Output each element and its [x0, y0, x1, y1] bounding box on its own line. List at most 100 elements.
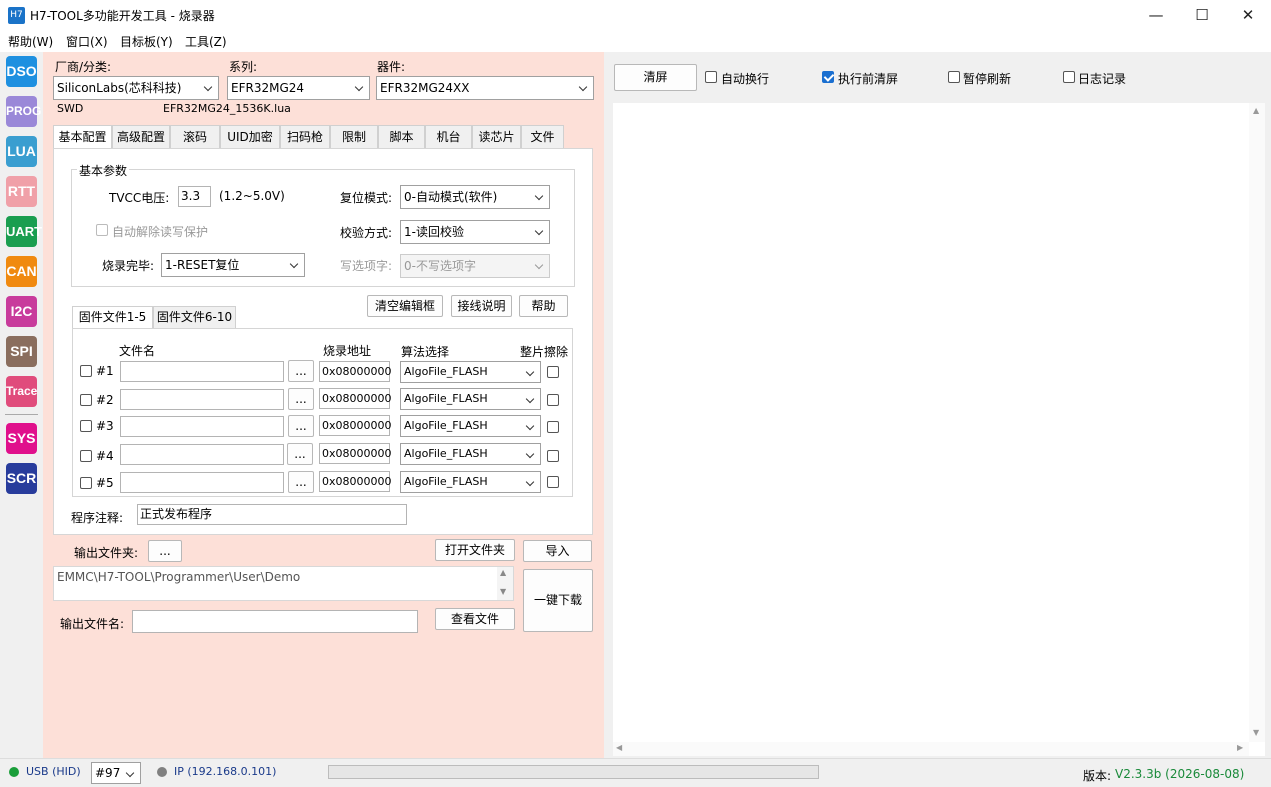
row4-browse-button[interactable]: ... [287, 443, 313, 465]
series-select[interactable]: EFR32MG24 [227, 76, 370, 100]
view-file-button[interactable]: 查看文件 [435, 608, 515, 630]
row2-address-input[interactable]: 0x08000000 [319, 388, 392, 409]
wiring-help-button[interactable]: 接线说明 [451, 295, 512, 317]
row4-filename-input[interactable] [120, 444, 284, 465]
done-action-select[interactable]: 1-RESET复位 [161, 253, 305, 277]
menu-bar: 帮助(W) 窗口(X) 目标板(Y) 工具(Z) [0, 31, 1271, 52]
row3-enable-checkbox[interactable] [80, 420, 92, 432]
comment-label: 程序注释: [71, 511, 124, 525]
row2-browse-button[interactable]: ... [288, 388, 314, 410]
log-record-checkbox[interactable] [1063, 71, 1075, 83]
clear-screen-button[interactable]: 清屏 [614, 64, 697, 91]
device-select[interactable]: EFR32MG24XX [376, 76, 594, 100]
vendor-select[interactable]: SiliconLabs(芯科科技) [53, 76, 219, 100]
col-filename: 文件名 [119, 344, 156, 358]
col-algorithm: 算法选择 [401, 345, 450, 359]
sidebar-item-scr[interactable]: SCR [6, 463, 37, 494]
sidebar-item-dso[interactable]: DSO [6, 56, 37, 87]
row4-algo-select[interactable]: AlgoFile_FLASH [400, 443, 541, 465]
sidebar-item-rtt[interactable]: RTT [6, 176, 37, 207]
row4-enable-checkbox[interactable] [80, 450, 92, 462]
log-output-area[interactable]: ▲ ▼ ◀ ▶ [613, 103, 1265, 756]
verify-mode-select[interactable]: 1-读回校验 [400, 220, 550, 244]
menu-target-board[interactable]: 目标板(Y) [120, 33, 173, 50]
app-icon: H7 [8, 7, 25, 24]
tab-basic-config[interactable]: 基本配置 [53, 125, 112, 149]
sidebar-item-trace[interactable]: Trace [6, 376, 37, 407]
sidebar-item-prog[interactable]: PROG [6, 96, 41, 127]
row3-browse-button[interactable]: ... [288, 415, 314, 437]
output-file-input[interactable] [132, 610, 418, 633]
help-button[interactable]: 帮助 [519, 295, 568, 317]
row1-enable-checkbox[interactable] [80, 365, 92, 377]
row3-address-input[interactable]: 0x08000000 [319, 415, 392, 436]
tab-machine[interactable]: 机台 [425, 125, 472, 148]
sidebar-item-spi[interactable]: SPI [6, 336, 37, 367]
log-horizontal-scrollbar[interactable]: ◀ ▶ [613, 742, 1249, 756]
option-bytes-select[interactable]: 0-不写选项字 [400, 254, 550, 278]
row4-address-input[interactable]: 0x08000000 [319, 443, 392, 464]
row5-filename-input[interactable] [120, 472, 284, 493]
row3-erase-checkbox[interactable] [547, 421, 559, 433]
menu-window[interactable]: 窗口(X) [66, 33, 108, 50]
output-file-label: 输出文件名: [60, 617, 125, 631]
usb-status-text: USB (HID) [26, 765, 81, 778]
output-folder-scrollbar[interactable]: ▲ ▼ [497, 567, 513, 600]
sidebar-item-can[interactable]: CAN [6, 256, 37, 287]
row4-erase-checkbox[interactable] [547, 450, 559, 462]
auto-unlock-checkbox[interactable] [96, 224, 108, 236]
tab-firmware-1-5[interactable]: 固件文件1-5 [72, 306, 153, 329]
row2-filename-input[interactable] [120, 389, 284, 410]
output-folder-browse-button[interactable]: ... [148, 540, 182, 562]
window-title: H7-TOOL多功能开发工具 - 烧录器 [30, 9, 215, 23]
output-folder-box[interactable]: EMMC\H7-TOOL\Programmer\User\Demo ▲ ▼ [53, 566, 514, 601]
menu-help[interactable]: 帮助(W) [8, 33, 53, 50]
tab-rolling-code[interactable]: 滚码 [170, 125, 220, 148]
port-select[interactable]: #97 [91, 762, 141, 784]
row1-filename-input[interactable] [120, 361, 284, 382]
import-button[interactable]: 导入 [523, 540, 592, 562]
row5-algo-select[interactable]: AlgoFile_FLASH [400, 471, 541, 493]
row2-algo-select[interactable]: AlgoFile_FLASH [400, 388, 541, 410]
tab-limit[interactable]: 限制 [330, 125, 378, 148]
open-folder-button[interactable]: 打开文件夹 [435, 539, 515, 561]
clear-before-run-checkbox[interactable] [822, 71, 834, 83]
row1-algo-select[interactable]: AlgoFile_FLASH [400, 361, 541, 383]
tvcc-input[interactable]: 3.3 [178, 186, 211, 207]
comment-input[interactable]: 正式发布程序 [137, 504, 407, 525]
sidebar-item-sys[interactable]: SYS [6, 423, 37, 454]
tab-read-chip[interactable]: 读芯片 [472, 125, 521, 148]
row2-enable-checkbox[interactable] [80, 394, 92, 406]
clear-before-run-label: 执行前清屏 [838, 72, 899, 86]
tab-scanner[interactable]: 扫码枪 [280, 125, 330, 148]
maximize-button[interactable]: ☐ [1179, 0, 1225, 31]
auto-wrap-checkbox[interactable] [705, 71, 717, 83]
close-button[interactable]: ✕ [1225, 0, 1271, 31]
reset-mode-select[interactable]: 0-自动模式(软件) [400, 185, 550, 209]
clear-editor-button[interactable]: 清空编辑框 [367, 295, 443, 317]
one-click-download-button[interactable]: 一键下载 [523, 569, 593, 632]
tab-uid-encrypt[interactable]: UID加密 [220, 125, 280, 148]
row5-address-input[interactable]: 0x08000000 [319, 471, 392, 492]
row2-erase-checkbox[interactable] [547, 394, 559, 406]
row1-erase-checkbox[interactable] [547, 366, 559, 378]
sidebar-item-uart[interactable]: UART [6, 216, 42, 247]
row5-erase-checkbox[interactable] [547, 476, 559, 488]
row3-filename-input[interactable] [120, 416, 284, 437]
basic-params-title: 基本参数 [77, 162, 130, 179]
tab-file[interactable]: 文件 [521, 125, 564, 148]
minimize-button[interactable]: — [1133, 0, 1179, 31]
tab-script[interactable]: 脚本 [378, 125, 425, 148]
row1-address-input[interactable]: 0x08000000 [319, 361, 392, 382]
sidebar-item-lua[interactable]: LUA [6, 136, 37, 167]
row5-enable-checkbox[interactable] [80, 477, 92, 489]
row3-algo-select[interactable]: AlgoFile_FLASH [400, 415, 541, 437]
tab-advanced-config[interactable]: 高级配置 [112, 125, 170, 148]
tab-firmware-6-10[interactable]: 固件文件6-10 [153, 306, 236, 328]
row1-browse-button[interactable]: ... [288, 360, 314, 382]
log-vertical-scrollbar[interactable]: ▲ ▼ [1249, 103, 1265, 742]
row5-browse-button[interactable]: ... [288, 471, 314, 493]
sidebar-item-i2c[interactable]: I2C [6, 296, 37, 327]
menu-tools[interactable]: 工具(Z) [185, 33, 227, 50]
pause-refresh-checkbox[interactable] [948, 71, 960, 83]
